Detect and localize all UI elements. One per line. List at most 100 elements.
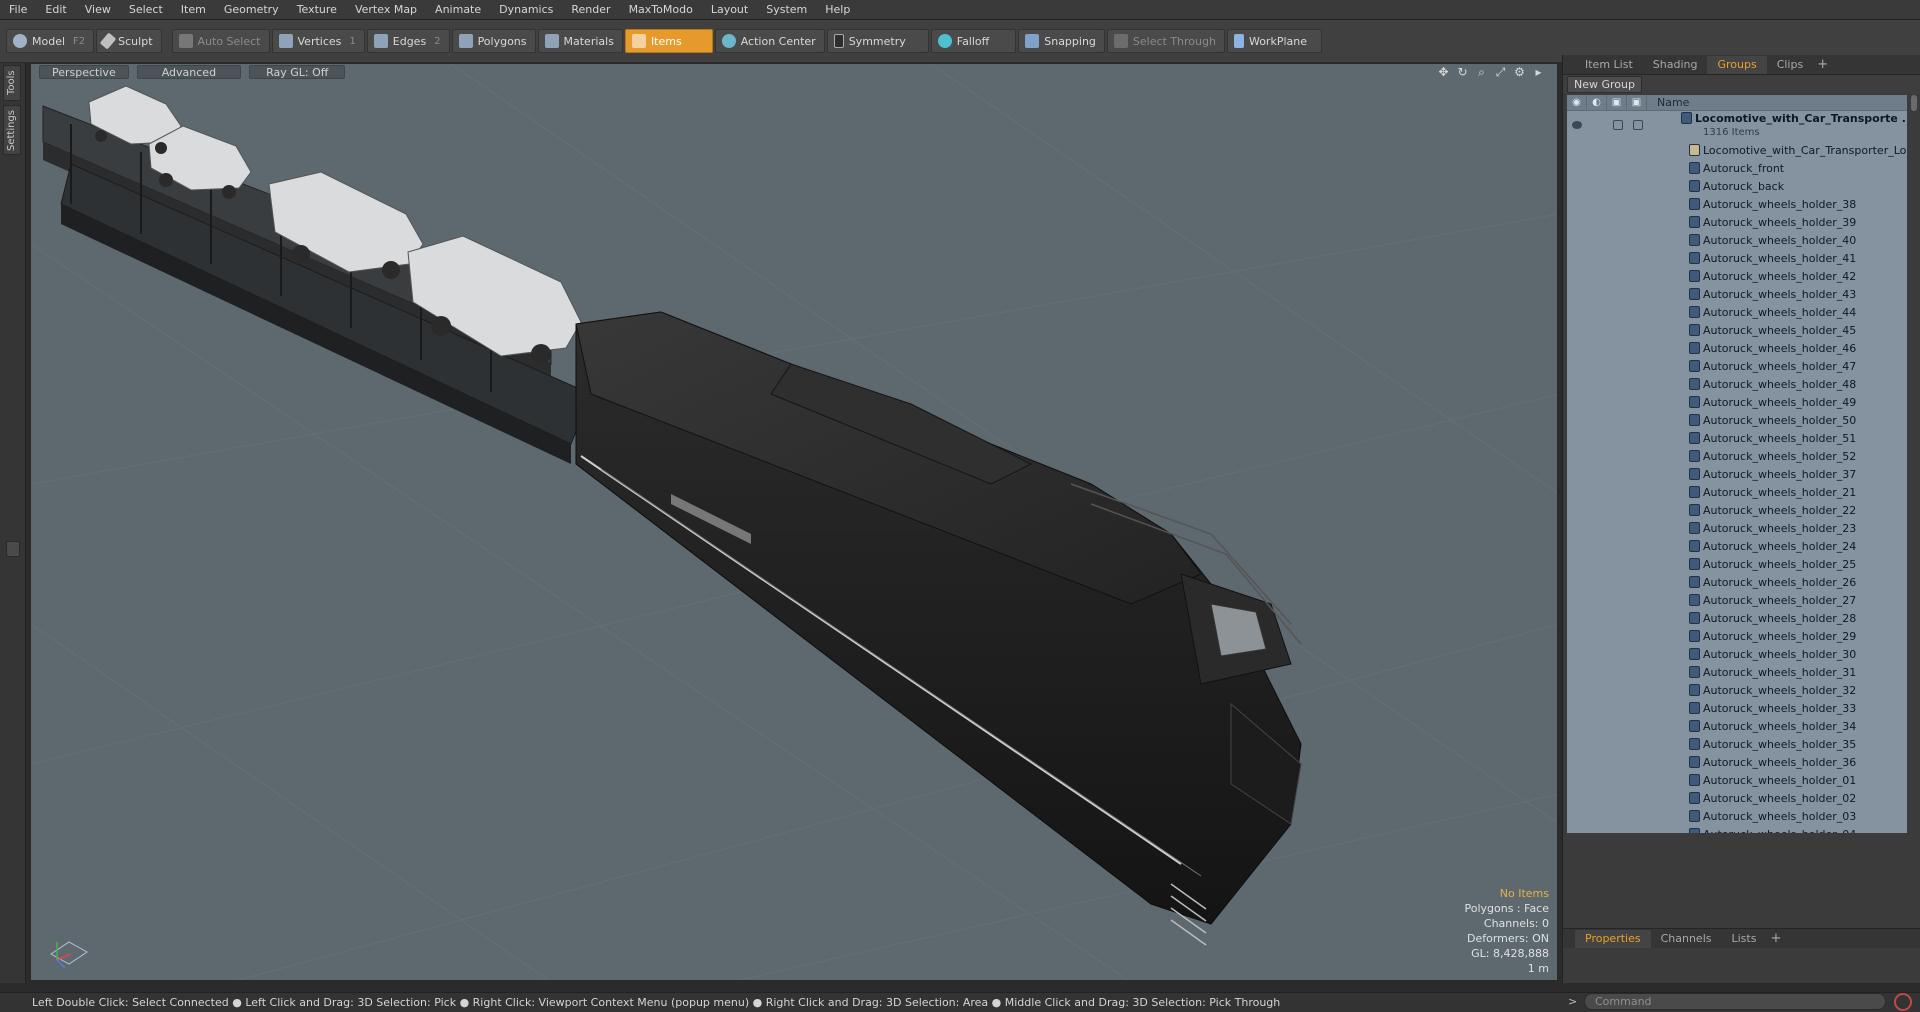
lock-checkbox[interactable] [1613,120,1623,130]
select-through-button[interactable]: Select Through [1106,29,1225,53]
tree-item-row[interactable]: Autoruck_wheels_holder_51 [1567,429,1907,447]
tree-item-row[interactable]: Autoruck_wheels_holder_43 [1567,285,1907,303]
command-record-icon[interactable] [1894,993,1912,1011]
workplane-button[interactable]: WorkPlane [1226,29,1322,53]
3d-viewport[interactable]: Perspective Advanced Ray GL: Off ✥ ↻ ⌕ ⤢… [30,63,1558,981]
tree-item-row[interactable]: Autoruck_wheels_holder_42 [1567,267,1907,285]
tree-item-row[interactable]: Autoruck_wheels_holder_21 [1567,483,1907,501]
tab-clips[interactable]: Clips [1767,56,1814,74]
tree-item-row[interactable]: Autoruck_wheels_holder_31 [1567,663,1907,681]
tree-item-row[interactable]: Autoruck_wheels_holder_40 [1567,231,1907,249]
tree-item-row[interactable]: Autoruck_wheels_holder_44 [1567,303,1907,321]
tree-item-row[interactable]: Locomotive_with_Car_Transporter_Lo ... [1567,141,1907,159]
tree-item-row[interactable]: Autoruck_wheels_holder_25 [1567,555,1907,573]
tab-channels[interactable]: Channels [1651,930,1722,948]
tree-item-row[interactable]: Autoruck_wheels_holder_52 [1567,447,1907,465]
tree-root-row[interactable]: Locomotive_with_Car_Transporte ... 1316 … [1567,111,1907,141]
new-group-button[interactable]: New Group [1567,76,1642,93]
menu-render[interactable]: Render [562,0,619,20]
tree-item-row[interactable]: Autoruck_wheels_holder_26 [1567,573,1907,591]
tree-item-row[interactable]: Autoruck_wheels_holder_33 [1567,699,1907,717]
tree-item-row[interactable]: Autoruck_wheels_holder_02 [1567,789,1907,807]
add-tab-icon[interactable]: + [1817,57,1828,72]
settings-gear-icon[interactable]: ⚙ [1513,66,1526,79]
menu-file[interactable]: File [0,0,36,20]
menu-texture[interactable]: Texture [288,0,346,20]
model-mode-button[interactable]: Model F2 [6,29,95,53]
settings-tab[interactable]: Settings [3,105,21,155]
expand-arrow-icon[interactable]: ▸ [1532,66,1545,79]
select-checkbox[interactable] [1633,120,1643,130]
tree-item-row[interactable]: Autoruck_wheels_holder_46 [1567,339,1907,357]
menu-geometry[interactable]: Geometry [215,0,288,20]
tab-properties[interactable]: Properties [1575,929,1651,948]
tree-scrollbar[interactable] [1910,95,1918,833]
tree-item-row[interactable]: Autoruck_wheels_holder_29 [1567,627,1907,645]
scroll-thumb[interactable] [1911,95,1917,111]
action-center-button[interactable]: Action Center [714,29,825,53]
tree-item-row[interactable]: Autoruck_wheels_holder_38 [1567,195,1907,213]
select-column-icon[interactable]: ▣ [1627,95,1647,111]
tree-item-row[interactable]: Autoruck_wheels_holder_47 [1567,357,1907,375]
tree-item-row[interactable]: Autoruck_wheels_holder_39 [1567,213,1907,231]
edges-mode-button[interactable]: Edges 2 [366,29,450,53]
tree-item-row[interactable]: Autoruck_back [1567,177,1907,195]
command-input[interactable]: Command [1584,993,1886,1010]
tree-item-row[interactable]: Autoruck_wheels_holder_45 [1567,321,1907,339]
falloff-button[interactable]: Falloff [930,29,1017,53]
symmetry-button[interactable]: Symmetry [826,29,929,53]
sculpt-mode-button[interactable]: Sculpt [96,29,162,53]
tree-item-row[interactable]: Autoruck_wheels_holder_03 [1567,807,1907,825]
tree-item-row[interactable]: Autoruck_wheels_holder_01 [1567,771,1907,789]
tree-item-row[interactable]: Autoruck_wheels_holder_35 [1567,735,1907,753]
polygons-mode-button[interactable]: Polygons [451,29,536,53]
add-properties-tab-icon[interactable]: + [1770,931,1781,946]
materials-mode-button[interactable]: Materials [537,29,623,53]
groups-tree[interactable]: ◉ ◐ ▣ ▣ Name Locomotive_with_Car_Transpo… [1567,95,1907,833]
menu-select[interactable]: Select [120,0,172,20]
strip-toggle-button[interactable] [6,541,20,557]
menu-system[interactable]: System [757,0,816,20]
tree-item-row[interactable]: Autoruck_wheels_holder_37 [1567,465,1907,483]
vertices-mode-button[interactable]: Vertices 1 [271,29,365,53]
tree-item-row[interactable]: Autoruck_front [1567,159,1907,177]
tree-item-row[interactable]: Autoruck_wheels_holder_36 [1567,753,1907,771]
zoom-icon[interactable]: ⌕ [1475,66,1488,79]
tree-item-row[interactable]: Autoruck_wheels_holder_32 [1567,681,1907,699]
tree-item-row[interactable]: Autoruck_wheels_holder_49 [1567,393,1907,411]
tree-item-row[interactable]: Autoruck_wheels_holder_41 [1567,249,1907,267]
menu-help[interactable]: Help [816,0,859,20]
tree-item-row[interactable]: Autoruck_wheels_holder_22 [1567,501,1907,519]
menu-vertex-map[interactable]: Vertex Map [346,0,426,20]
tab-groups[interactable]: Groups [1707,55,1767,74]
tree-item-row[interactable]: Autoruck_wheels_holder_28 [1567,609,1907,627]
tab-item-list[interactable]: Item List [1575,56,1643,74]
tree-item-row[interactable]: Autoruck_wheels_holder_50 [1567,411,1907,429]
advanced-shading-tab[interactable]: Advanced [136,65,242,79]
perspective-view-tab[interactable]: Perspective [39,65,129,79]
pan-icon[interactable]: ✥ [1437,66,1450,79]
tools-tab[interactable]: Tools [3,65,21,101]
tab-lists[interactable]: Lists [1722,930,1767,948]
tree-item-row[interactable]: Autoruck_wheels_holder_34 [1567,717,1907,735]
menu-view[interactable]: View [76,0,120,20]
menu-item[interactable]: Item [172,0,215,20]
items-mode-button[interactable]: Items [624,29,713,53]
tree-item-row[interactable]: Autoruck_wheels_holder_24 [1567,537,1907,555]
menu-maxtomodo[interactable]: MaxToModo [620,0,702,20]
raygl-toggle-tab[interactable]: Ray GL: Off [249,65,346,79]
maximize-icon[interactable]: ⤢ [1494,66,1507,79]
tree-item-row[interactable]: Autoruck_wheels_holder_30 [1567,645,1907,663]
menu-dynamics[interactable]: Dynamics [490,0,562,20]
menu-layout[interactable]: Layout [702,0,757,20]
lock-column-icon[interactable]: ▣ [1607,95,1627,111]
menu-animate[interactable]: Animate [426,0,490,20]
tree-item-row[interactable]: Autoruck_wheels_holder_04 [1567,825,1907,833]
rotate-icon[interactable]: ↻ [1456,66,1469,79]
tree-item-row[interactable]: Autoruck_wheels_holder_23 [1567,519,1907,537]
menu-edit[interactable]: Edit [36,0,75,20]
snapping-button[interactable]: Snapping [1018,29,1105,53]
visibility-eye-icon[interactable] [1572,121,1582,129]
visibility-column-icon[interactable]: ◉ [1567,95,1587,111]
auto-select-button[interactable]: Auto Select [171,29,270,53]
